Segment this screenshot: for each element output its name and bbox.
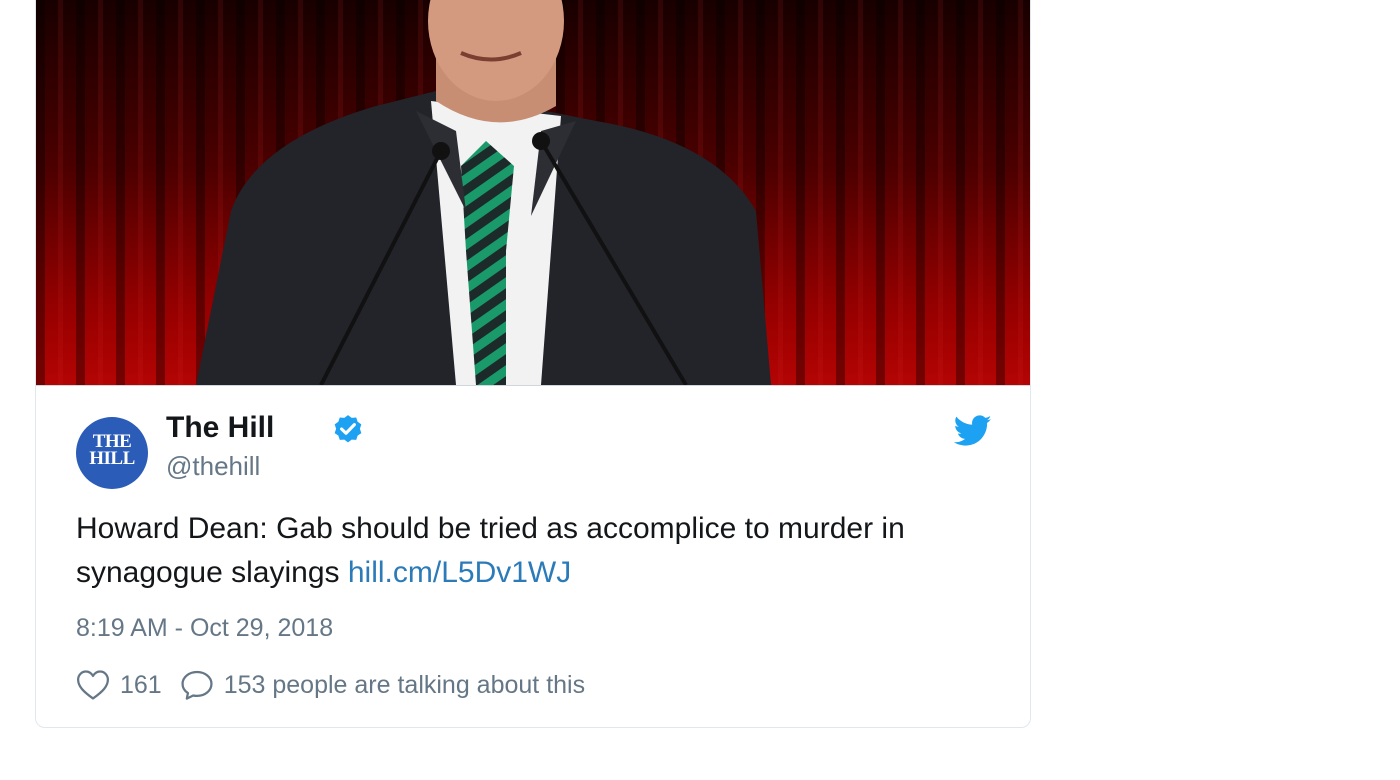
avatar-logo-text: THE HILL (76, 432, 148, 469)
twitter-bird-icon[interactable] (954, 415, 992, 447)
like-count: 161 (120, 670, 162, 699)
speaker-photo (36, 0, 1030, 385)
tweet-link[interactable]: hill.cm/L5Dv1WJ (348, 556, 571, 589)
talking-about-text: 153 people are talking about this (223, 670, 586, 699)
tweet-media-image[interactable] (36, 0, 1030, 386)
heart-icon (76, 670, 110, 700)
avatar-logo-line2: HILL (89, 448, 135, 469)
tweet-actions: 161 153 people are talking about this (76, 667, 585, 703)
tweet-header: THE HILL The Hill @thehill (76, 411, 992, 491)
tweet-text: Howard Dean: Gab should be tried as acco… (76, 507, 992, 595)
author-name[interactable]: The Hill (166, 411, 274, 445)
reply-action[interactable]: 153 people are talking about this (180, 669, 585, 701)
author-avatar[interactable]: THE HILL (76, 417, 148, 489)
tweet-timestamp[interactable]: 8:19 AM - Oct 29, 2018 (76, 613, 333, 643)
verified-badge-icon (334, 415, 362, 443)
tweet-embed-card[interactable]: THE HILL The Hill @thehill Howard Dean: … (35, 0, 1031, 728)
speech-bubble-icon (181, 670, 213, 700)
author-handle[interactable]: @thehill (166, 451, 260, 481)
like-action[interactable]: 161 (76, 669, 180, 701)
page: THE HILL The Hill @thehill Howard Dean: … (0, 0, 1400, 780)
